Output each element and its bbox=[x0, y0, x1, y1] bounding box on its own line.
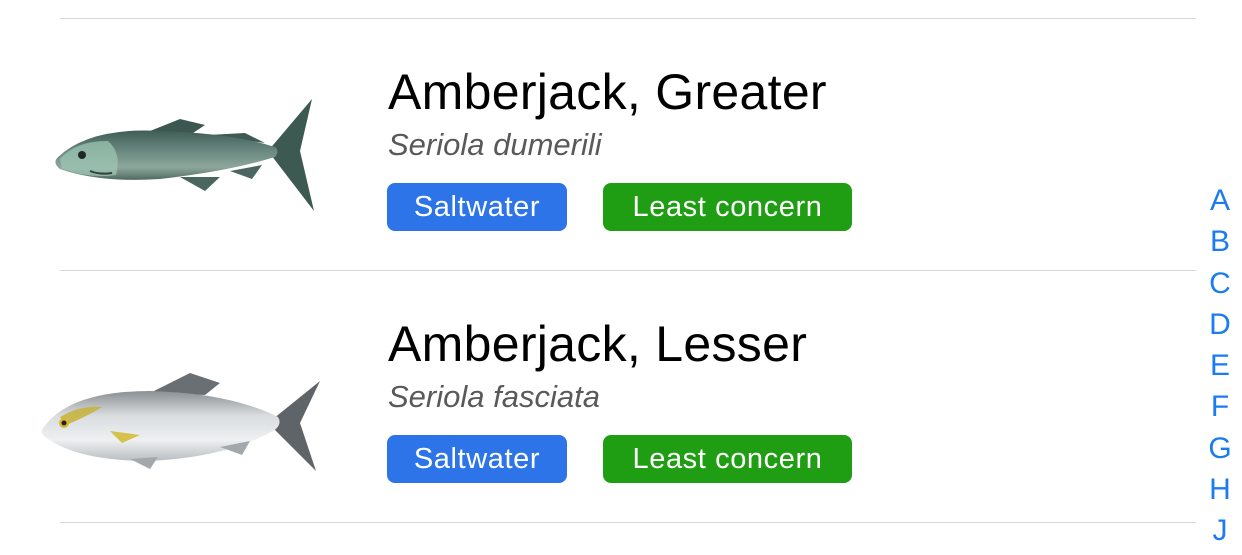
fish-scientific-name: Seriola dumerili bbox=[388, 127, 602, 162]
row-separator bbox=[60, 522, 1196, 523]
fish-scientific-name: Seriola fasciata bbox=[388, 379, 600, 414]
list-item-amberjack-greater[interactable]: Amberjack, Greater Seriola dumerili Salt… bbox=[0, 19, 1196, 269]
fish-common-name: Amberjack, Lesser bbox=[388, 316, 808, 372]
index-letter-c[interactable]: C bbox=[1198, 263, 1242, 304]
index-letter-e[interactable]: E bbox=[1198, 345, 1242, 386]
fish-greater-amberjack-icon bbox=[30, 79, 330, 219]
index-letter-b[interactable]: B bbox=[1198, 221, 1242, 262]
fish-common-name: Amberjack, Greater bbox=[388, 64, 827, 120]
index-letter-f[interactable]: F bbox=[1198, 386, 1242, 427]
index-letter-g[interactable]: G bbox=[1198, 428, 1242, 469]
conservation-status-badge: Least concern bbox=[603, 183, 852, 231]
fish-list-screen: Amberjack, Greater Seriola dumerili Salt… bbox=[0, 0, 1242, 555]
fish-lesser-amberjack-icon bbox=[30, 331, 330, 471]
saltwater-badge: Saltwater bbox=[387, 183, 567, 231]
index-letter-a[interactable]: A bbox=[1198, 180, 1242, 221]
conservation-status-badge: Least concern bbox=[603, 435, 852, 483]
index-letter-d[interactable]: D bbox=[1198, 304, 1242, 345]
saltwater-badge: Saltwater bbox=[387, 435, 567, 483]
index-letter-h[interactable]: H bbox=[1198, 469, 1242, 510]
alphabet-index[interactable]: A B C D E F G H J bbox=[1198, 180, 1242, 552]
index-letter-j[interactable]: J bbox=[1198, 510, 1242, 551]
list-item-amberjack-lesser[interactable]: Amberjack, Lesser Seriola fasciata Saltw… bbox=[0, 271, 1196, 521]
